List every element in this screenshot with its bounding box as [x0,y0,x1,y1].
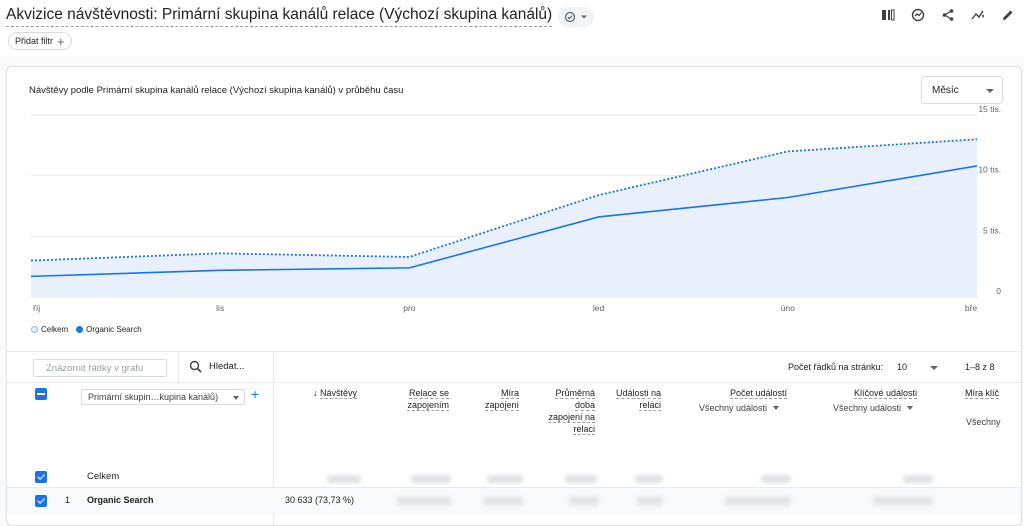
check-circle-icon [565,11,576,22]
column-header-key-events[interactable]: Klíčové události [827,387,917,399]
total-row-label: Celkem [87,471,120,482]
add-filter-label: Přidat filtr [15,36,54,46]
blurred-value [761,475,791,483]
dimension-select[interactable]: Primární skupin…kupina kanálů) [81,389,245,405]
rows-per-page-label: Počet řádků na stránku: [788,362,884,372]
x-tick-label: pro [403,303,416,313]
top-bar: Akvizice návštěvnosti: Primární skupina … [0,0,1024,56]
key-events-filter[interactable]: Všechny události [833,403,914,413]
column-header-events-per-session[interactable]: Události na relaci [615,387,661,411]
x-tick-label: led [593,303,605,313]
x-tick-label: úno [781,303,795,313]
table-toolbar: Znázornit řádky v grafu Hledat... Počet … [7,351,1021,384]
title-row: Akvizice návštěvnosti: Primární skupina … [6,6,595,27]
row-visits-value: 30 633 (73,73 %) [285,495,355,505]
table-row[interactable]: 1 Organic Search 30 633 (73,73 %) [7,487,1021,513]
dimension-value: Primární skupin…kupina kanálů) [88,392,219,402]
legend-dot-organic-icon [76,326,84,333]
column-header-visits[interactable]: ↓ Návštěvy [303,387,357,399]
rows-per-page-caret-icon[interactable] [930,366,938,370]
key-events-filter-caret-icon [907,406,914,410]
blurred-value [397,497,451,505]
key-events-filter-value: Všechny události [833,403,902,413]
blurred-value [483,497,523,505]
blurred-value [487,475,523,483]
plus-icon: + [57,33,65,49]
add-dimension-button[interactable]: + [251,386,259,402]
select-all-checkbox[interactable] [35,388,47,400]
blurred-value [873,497,933,505]
top-actions [880,6,1016,24]
blurred-value [637,497,663,505]
status-chip[interactable] [558,6,595,27]
column-header-engaged-sessions[interactable]: Relace se zapojením [395,387,449,411]
x-tick-label: bře [965,303,978,313]
blurred-value [903,475,933,483]
y-tick-label: 0 [996,286,1001,296]
event-count-filter[interactable]: Všechny události [699,403,780,413]
blurred-value [411,475,451,483]
y-tick-label: 5 tis. [983,225,1001,235]
blurred-value [569,497,599,505]
add-filter-button[interactable]: Přidat filtr + [8,32,72,50]
period-value: Měsíc [932,85,959,96]
column-label: Počet událostí [729,388,787,399]
legend-label-total: Celkem [41,325,69,334]
insights-icon[interactable] [910,6,926,24]
total-row-checkbox[interactable] [35,471,47,483]
row-index: 1 [65,495,71,505]
legend-dot-total-icon [31,326,38,333]
column-label: Klíčové události [853,388,917,399]
row-checkbox[interactable] [35,495,47,507]
pagination-range: 1–8 z 8 [965,362,995,372]
event-filter-caret-icon [773,406,780,410]
column-label: Relace se zapojením [407,388,449,411]
column-label: Návštěvy [319,388,357,399]
sort-down-arrow-icon: ↓ [312,388,320,398]
column-label: Průměrná doba zapojení na relaci [548,388,595,435]
chart-legend: Celkem Organic Search [31,325,142,334]
period-select[interactable]: Měsíc [921,76,1003,104]
plot-rows-button[interactable]: Znázornit řádky v grafu [33,359,167,377]
blurred-value [635,475,663,483]
column-label: Míra zapojení [484,388,519,411]
x-tick-label: lis [216,303,224,313]
chart-title: Návštěvy podle Primární skupina kanálů r… [29,85,404,96]
row-label[interactable]: Organic Search [87,495,154,505]
blurred-value [327,475,361,483]
search-icon [189,360,202,373]
trend-sparkle-icon[interactable] [970,6,986,24]
column-label: Míra klíč [965,388,1000,399]
share-icon[interactable] [940,6,956,24]
column-header-engagement-rate[interactable]: Míra zapojení [477,387,519,411]
column-header-avg-engagement[interactable]: Průměrná doba zapojení na relaci [547,387,595,435]
compare-icon[interactable] [880,6,896,24]
legend-item-organic[interactable]: Organic Search [76,325,142,334]
area-fill [31,139,977,297]
key-event-rate-filter[interactable]: Všechny [966,417,1001,427]
line-chart: 15 tis. 10 tis. 5 tis. 0 říj lis pro led úno bře [30,105,1001,313]
y-tick-label: 15 tis. [978,105,1001,114]
blurred-value [565,475,597,483]
legend-label-organic: Organic Search [86,325,142,334]
report-card: Návštěvy podle Primární skupina kanálů r… [6,66,1022,526]
chevron-down-icon [581,15,588,18]
x-tick-label: říj [33,303,40,313]
blurred-value [725,497,791,505]
page-title[interactable]: Akvizice návštěvnosti: Primární skupina … [6,6,553,27]
column-header-event-count[interactable]: Počet událostí [697,387,787,399]
column-label: Události na relaci [615,388,661,411]
search-input[interactable]: Hledat... [209,361,244,372]
key-event-rate-filter-value: Všechny [966,417,1001,427]
rows-per-page-select[interactable]: 10 [897,362,907,372]
event-filter-value: Všechny události [699,403,768,413]
dropdown-caret-icon [986,89,994,93]
edit-icon[interactable] [1000,6,1016,24]
y-tick-label: 10 tis. [978,165,1001,175]
legend-item-total[interactable]: Celkem [31,325,68,334]
dimension-caret-icon [233,396,239,400]
column-header-key-event-rate[interactable]: Míra klíč [965,387,1021,399]
toolbar-divider [178,352,179,384]
